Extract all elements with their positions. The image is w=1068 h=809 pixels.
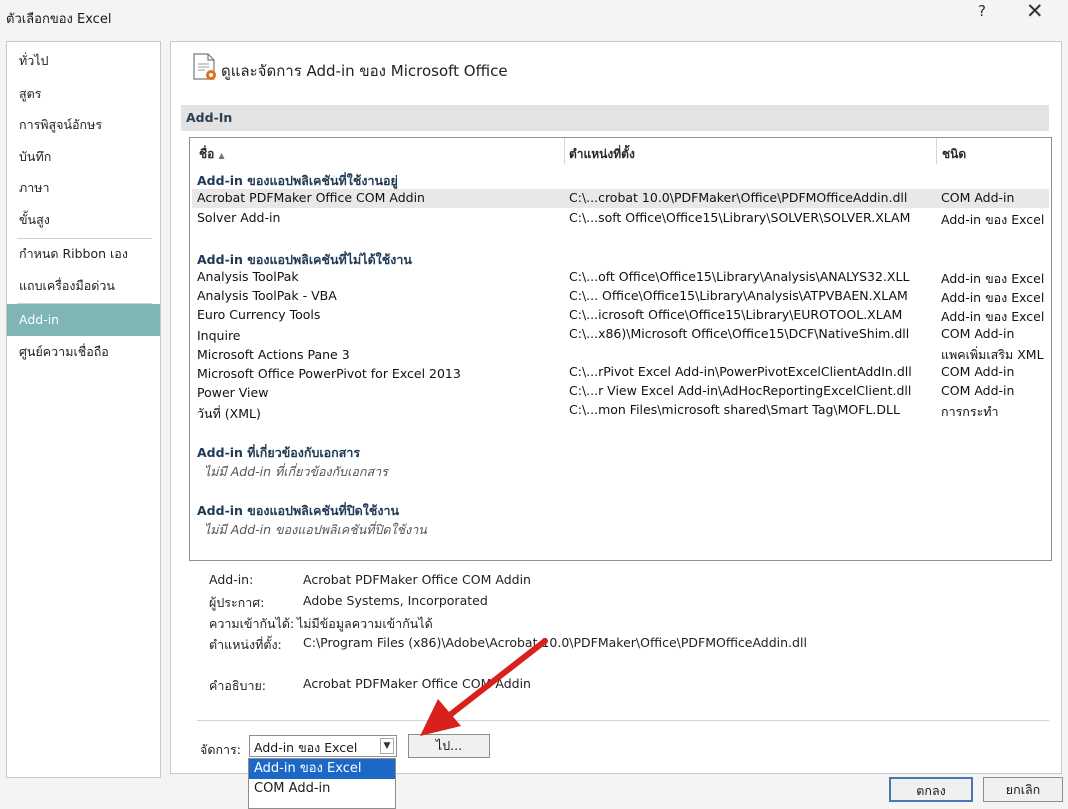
- group-inactive-addins: Add-in ของแอปพลิเคชันที่ไม่ได้ใช้งาน: [197, 252, 412, 267]
- chevron-down-icon[interactable]: ▼: [380, 738, 394, 754]
- addin-location: C:\...oft Office\Office15\Library\Analys…: [569, 269, 910, 284]
- addin-location: C:\...r View Excel Add-in\AdHocReporting…: [569, 383, 912, 398]
- table-row[interactable]: Microsoft Office PowerPivot for Excel 20…: [192, 363, 1049, 382]
- sidebar-item-add-ins[interactable]: Add-in: [7, 304, 160, 336]
- detail-compatibility-value: ไม่มีข้อมูลความเข้ากันได้: [297, 616, 433, 631]
- addin-name: Microsoft Office PowerPivot for Excel 20…: [197, 366, 461, 381]
- table-row[interactable]: Euro Currency Tools C:\...icrosoft Offic…: [192, 306, 1049, 325]
- cancel-button[interactable]: ยกเลิก: [983, 777, 1063, 802]
- addin-list[interactable]: ชื่อ ▲ ตำแหน่งที่ตั้ง ชนิด Add-in ของแอป…: [189, 137, 1052, 561]
- table-row[interactable]: วันที่ (XML) C:\...mon Files\microsoft s…: [192, 401, 1049, 421]
- column-header-name[interactable]: ชื่อ ▲: [199, 145, 225, 164]
- group-active-addins: Add-in ของแอปพลิเคชันที่ใช้งานอยู่: [197, 173, 398, 188]
- dropdown-option-com-addins[interactable]: COM Add-in: [249, 779, 395, 799]
- sidebar-item-advanced[interactable]: ขั้นสูง: [7, 204, 160, 236]
- manage-select[interactable]: Add-in ของ Excel ▼: [249, 735, 397, 757]
- addin-type: COM Add-in: [941, 383, 1015, 398]
- addin-type: Add-in ของ Excel: [941, 290, 1045, 305]
- addin-type: COM Add-in: [941, 326, 1015, 341]
- addin-location: C:\...rPivot Excel Add-in\PowerPivotExce…: [569, 364, 912, 379]
- group-document-addins: Add-in ที่เกี่ยวข้องกับเอกสาร: [197, 445, 361, 460]
- addin-name: Euro Currency Tools: [197, 307, 321, 322]
- addin-type: Add-in ของ Excel: [941, 271, 1045, 286]
- addin-type: Add-in ของ Excel: [941, 309, 1045, 324]
- sidebar-item-general[interactable]: ทั่วไป: [7, 45, 160, 77]
- detail-publisher-value: Adobe Systems, Incorporated: [303, 593, 488, 608]
- detail-addin-label: Add-in:: [209, 572, 254, 587]
- help-button[interactable]: ?: [978, 2, 986, 20]
- detail-addin-value: Acrobat PDFMaker Office COM Addin: [303, 572, 531, 587]
- table-row[interactable]: Analysis ToolPak C:\...oft Office\Office…: [192, 268, 1049, 287]
- detail-location-label: ตำแหน่งที่ตั้ง:: [209, 637, 282, 652]
- addin-name: Solver Add-in: [197, 210, 281, 225]
- sidebar-item-formulas[interactable]: สูตร: [7, 78, 160, 110]
- column-divider: [936, 138, 937, 164]
- manage-dropdown-list[interactable]: Add-in ของ Excel COM Add-in: [248, 758, 396, 809]
- close-button[interactable]: ✕: [1026, 0, 1044, 23]
- column-header-location[interactable]: ตำแหน่งที่ตั้ง: [569, 145, 635, 164]
- sidebar-item-trust-center[interactable]: ศูนย์ความเชื่อถือ: [7, 336, 160, 368]
- detail-publisher-label: ผู้ประกาศ:: [209, 595, 265, 610]
- sidebar-item-proofing[interactable]: การพิสูจน์อักษร: [7, 109, 160, 141]
- addin-location: C:\...soft Office\Office15\Library\SOLVE…: [569, 210, 911, 225]
- column-header-type[interactable]: ชนิด: [942, 145, 966, 164]
- addin-name: Inquire: [197, 328, 241, 343]
- addin-name: Analysis ToolPak: [197, 269, 299, 284]
- addin-type: การกระทำ: [941, 404, 999, 419]
- addin-name: Acrobat PDFMaker Office COM Addin: [197, 190, 425, 205]
- detail-compatibility-label: ความเข้ากันได้:: [209, 616, 295, 631]
- addin-location: C:\...x86)\Microsoft Office\Office15\DCF…: [569, 326, 910, 341]
- dropdown-option-excel-addins[interactable]: Add-in ของ Excel: [249, 759, 395, 779]
- sidebar-item-quick-access-toolbar[interactable]: แถบเครื่องมือด่วน: [7, 270, 160, 302]
- empty-message: ไม่มี Add-in ของแอปพลิเคชันที่ปิดใช้งาน: [204, 522, 427, 537]
- addin-type: COM Add-in: [941, 364, 1015, 379]
- manage-select-value: Add-in ของ Excel: [254, 740, 358, 755]
- addin-name: วันที่ (XML): [197, 406, 261, 421]
- title-bar: ตัวเลือกของ Excel ? ✕: [0, 0, 1068, 32]
- addin-location: C:\...icrosoft Office\Office15\Library\E…: [569, 307, 903, 322]
- ok-button[interactable]: ตกลง: [889, 777, 973, 802]
- table-row[interactable]: Acrobat PDFMaker Office COM Addin C:\...…: [192, 189, 1049, 208]
- group-disabled-addins: Add-in ของแอปพลิเคชันที่ปิดใช้งาน: [197, 503, 400, 518]
- window-title: ตัวเลือกของ Excel: [6, 12, 112, 27]
- sidebar-item-customize-ribbon[interactable]: กำหนด Ribbon เอง: [7, 238, 160, 270]
- column-divider: [564, 138, 565, 164]
- addin-type: Add-in ของ Excel: [941, 212, 1045, 227]
- sidebar-nav: ทั่วไป สูตร การพิสูจน์อักษร บันทึก ภาษา …: [6, 41, 161, 778]
- table-row[interactable]: Analysis ToolPak - VBA C:\... Office\Off…: [192, 287, 1049, 306]
- section-header: Add-In: [181, 105, 1049, 131]
- table-row[interactable]: Inquire C:\...x86)\Microsoft Office\Offi…: [192, 325, 1049, 344]
- addin-document-icon: [191, 52, 219, 88]
- addin-name: Analysis ToolPak - VBA: [197, 288, 337, 303]
- table-row[interactable]: Power View C:\...r View Excel Add-in\AdH…: [192, 382, 1049, 401]
- addin-location: C:\...crobat 10.0\PDFMaker\Office\PDFMOf…: [569, 190, 908, 205]
- table-row[interactable]: Microsoft Actions Pane 3 แพคเพิ่มเสริม X…: [192, 344, 1049, 363]
- go-button[interactable]: ไป...: [408, 734, 490, 758]
- table-row[interactable]: Solver Add-in C:\...soft Office\Office15…: [192, 209, 1049, 228]
- addin-name: Microsoft Actions Pane 3: [197, 347, 350, 362]
- empty-message: ไม่มี Add-in ที่เกี่ยวข้องกับเอกสาร: [204, 464, 388, 479]
- addin-type: COM Add-in: [941, 190, 1015, 205]
- sidebar-item-language[interactable]: ภาษา: [7, 172, 160, 204]
- detail-location-value: C:\Program Files (x86)\Adobe\Acrobat 10.…: [303, 635, 807, 650]
- addin-type: แพคเพิ่มเสริม XML: [941, 347, 1044, 362]
- divider: [197, 720, 1049, 721]
- page-title: ดูและจัดการ Add-in ของ Microsoft Office: [221, 62, 508, 80]
- addin-location: C:\... Office\Office15\Library\Analysis\…: [569, 288, 908, 303]
- addin-name: Power View: [197, 385, 269, 400]
- detail-description-value: Acrobat PDFMaker Office COM Addin: [303, 676, 531, 691]
- main-panel: ดูและจัดการ Add-in ของ Microsoft Office …: [170, 41, 1062, 774]
- sidebar-item-save[interactable]: บันทึก: [7, 141, 160, 173]
- detail-description-label: คำอธิบาย:: [209, 678, 267, 693]
- addin-location: C:\...mon Files\microsoft shared\Smart T…: [569, 402, 900, 417]
- sort-ascending-icon: ▲: [218, 151, 225, 160]
- manage-label: จัดการ:: [200, 742, 241, 757]
